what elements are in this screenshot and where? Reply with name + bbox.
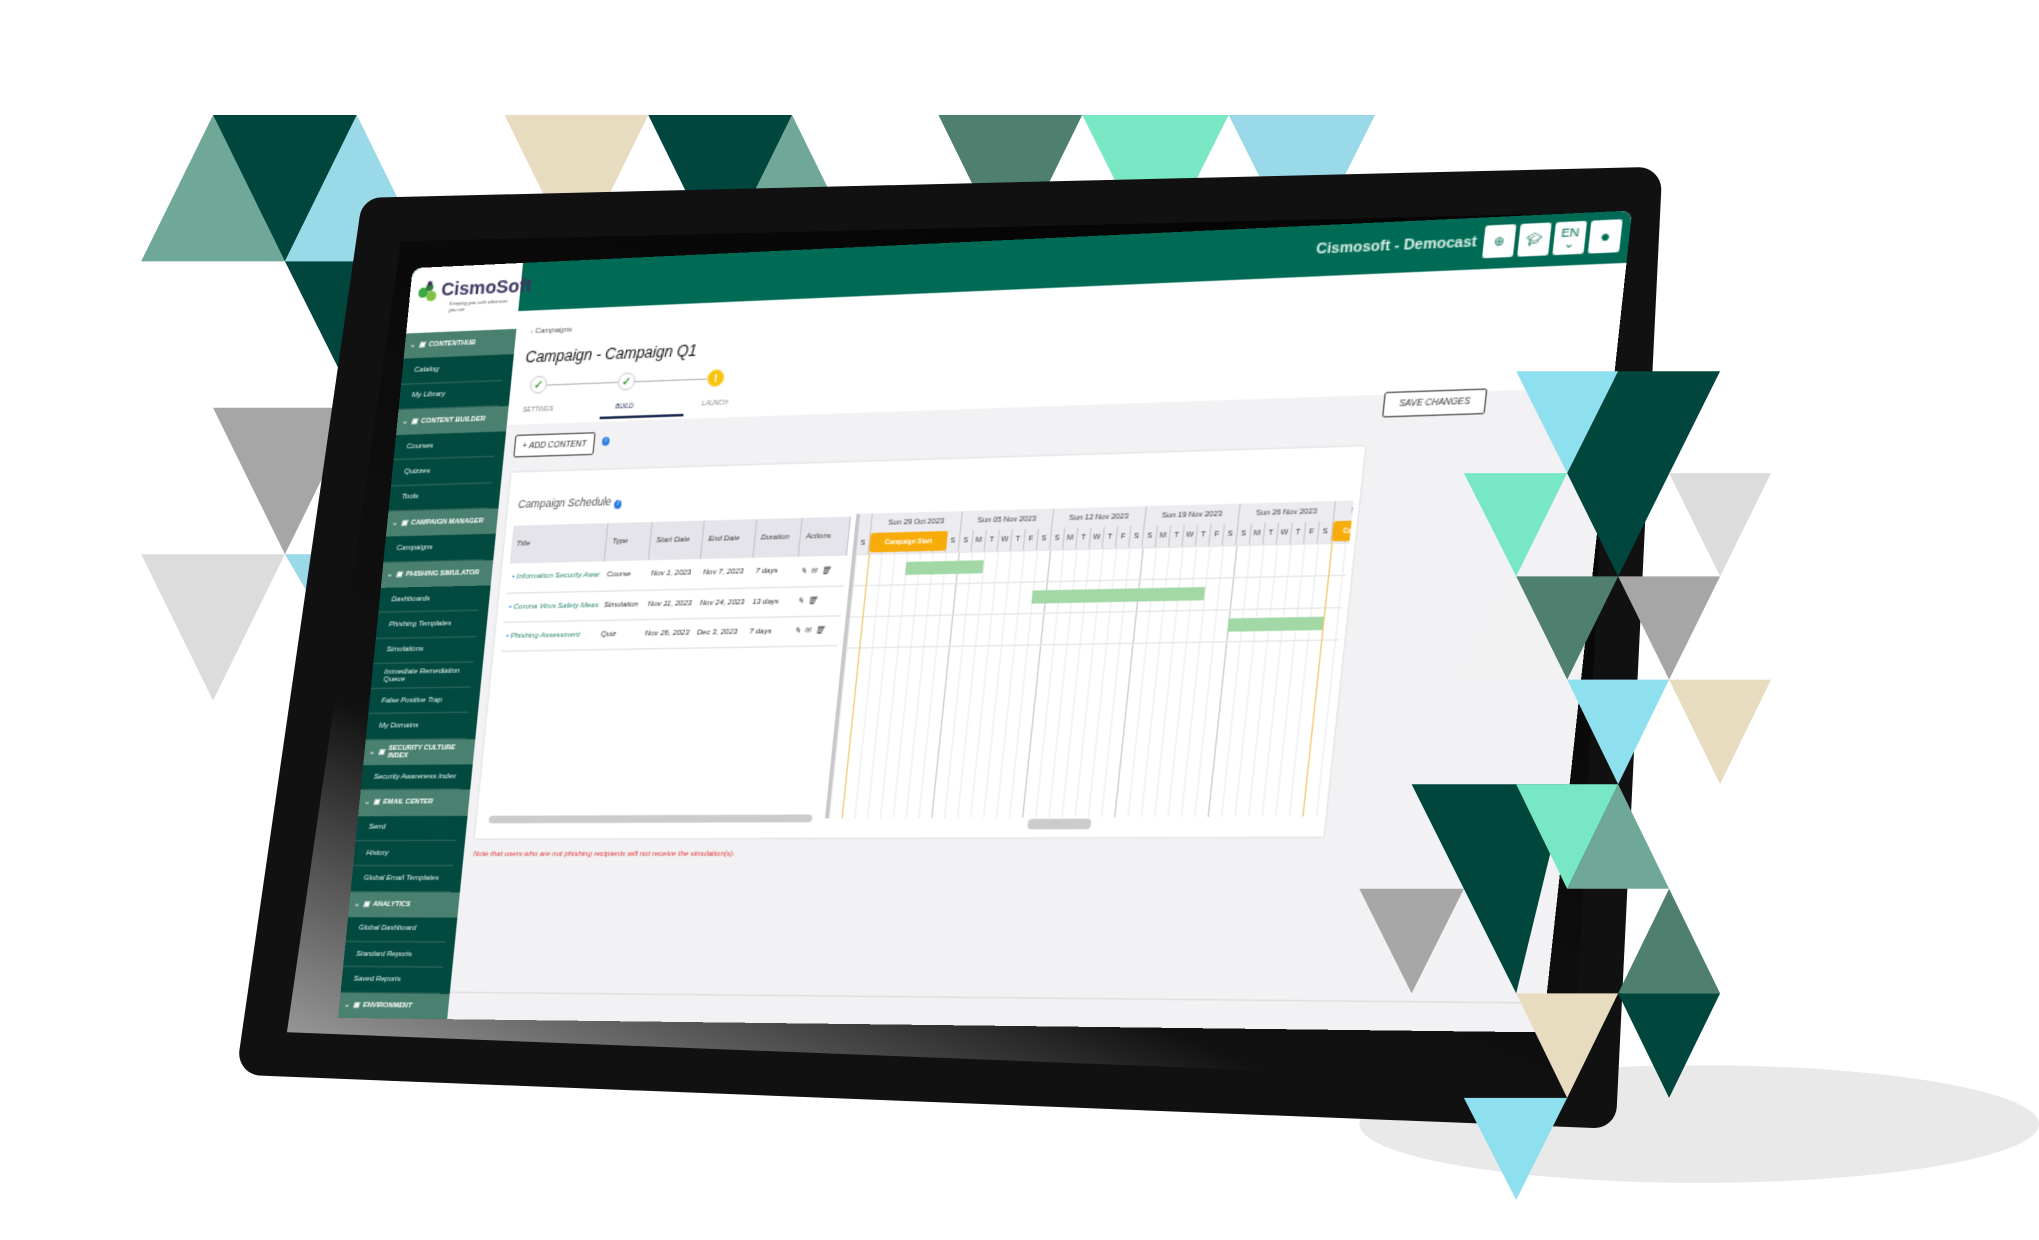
foreground-triangles — [1359, 371, 1772, 1200]
